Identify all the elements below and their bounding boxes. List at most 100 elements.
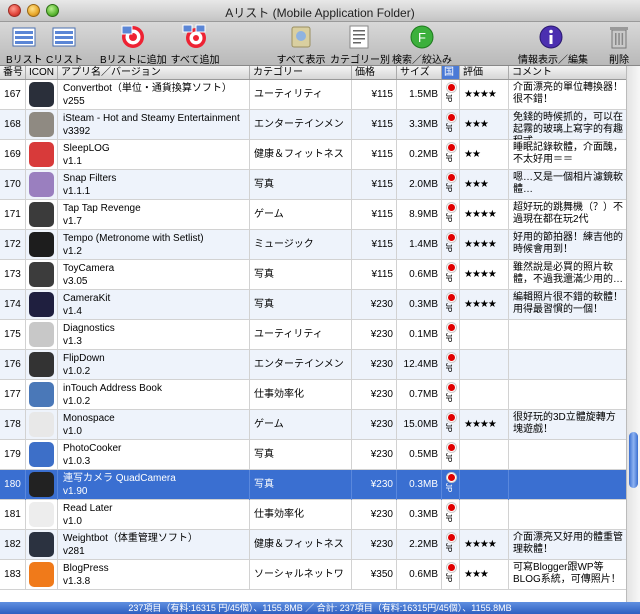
- app-name-cell: Read Later v1.0: [58, 500, 250, 530]
- app-name: Convertbot（単位・通貨換算ソフト）: [63, 83, 232, 94]
- comment-cell: [509, 380, 626, 410]
- app-version: v1.1: [63, 156, 82, 167]
- vertical-scrollbar[interactable]: [626, 66, 640, 602]
- comment-cell: [509, 470, 626, 500]
- size-cell: 1.4MB: [397, 230, 442, 260]
- table-row[interactable]: 180 連写カメラ QuadCamera v1.90 写真 ¥230 0.3MB JP: [0, 470, 626, 500]
- column-header-comment[interactable]: コメント: [509, 66, 626, 79]
- svg-text:F: F: [418, 30, 426, 45]
- app-name: Read Later: [63, 503, 113, 514]
- column-header-category[interactable]: カテゴリー: [250, 66, 352, 79]
- app-icon-cell: [26, 560, 58, 590]
- table-row[interactable]: 181 Read Later v1.0 仕事効率化 ¥230 0.3MB JP: [0, 500, 626, 530]
- app-icon: [29, 262, 54, 287]
- country-code: JP: [444, 303, 453, 313]
- table-row[interactable]: 173 ToyCamera v3.05 写真 ¥115 0.6MB JP ★★★★ 雖然說是必買…: [0, 260, 626, 290]
- table-row[interactable]: 167 Convertbot（単位・通貨換算ソフト） v255 ユーティリティ ¥115…: [0, 80, 626, 110]
- app-icon: [29, 382, 54, 407]
- search-filter-button[interactable]: F 検索／絞込み: [392, 24, 452, 66]
- column-header-name[interactable]: アプリ名／バージョン: [58, 66, 250, 79]
- category-cell: 仕事効率化: [250, 500, 352, 530]
- app-name: BlogPress: [63, 563, 109, 574]
- table-row[interactable]: 176 FlipDown v1.0.2 エンターテインメント¥23012.4MBJP: [0, 350, 626, 380]
- country-code: JP: [444, 423, 453, 433]
- table-row[interactable]: 172 Tempo (Metronome with Setlist) v1.2 ミュー…: [0, 230, 626, 260]
- comment-cell: 可寫Blogger跟WP等BLOG系統，可傳照片！: [513, 562, 621, 585]
- app-icon-cell: [26, 80, 58, 110]
- table-row[interactable]: 171 Tap Tap Revenge v1.7 ゲーム ¥115 8.9MB JP ★★★★…: [0, 200, 626, 230]
- table-row[interactable]: 177 inTouch Address Book v1.0.2 仕事効率化 ¥230 0.…: [0, 380, 626, 410]
- table-row[interactable]: 174 CameraKit v1.4 写真 ¥230 0.3MB JP ★★★★ 編輯照片很不錯…: [0, 290, 626, 320]
- by-category-button[interactable]: カテゴリー別: [330, 24, 390, 66]
- rating-stars: ★★★★: [460, 410, 509, 440]
- b-list-button[interactable]: Bリスト: [6, 24, 43, 66]
- app-name-cell: SleepLOG v1.1: [58, 140, 250, 170]
- app-version: v1.0.2: [63, 366, 91, 377]
- table-row[interactable]: 182 Weightbot（体重管理ソフト） v281 健康＆フィットネス ¥230 2.…: [0, 530, 626, 560]
- table-row[interactable]: 175 Diagnostics v1.3 ユーティリティ ¥230 0.1MB JP: [0, 320, 626, 350]
- status-bar: 237項目（有料:16315 円/45個）、1155.8MB ／ 合計: 237…: [0, 602, 640, 614]
- app-name: 連写カメラ QuadCamera: [63, 473, 176, 484]
- row-number: 175: [0, 320, 26, 350]
- app-icon: [29, 532, 54, 557]
- comment-cell: 免錢的時候抓的，可以在起霧的玻璃上寫字的有趣程式。: [513, 112, 623, 140]
- app-icon: [29, 82, 54, 107]
- country-cell: JP: [442, 200, 460, 230]
- delete-button[interactable]: 削除: [604, 24, 634, 66]
- table-row[interactable]: 170 Snap Filters v1.1.1 写真 ¥115 2.0MB JP ★★★ 嗯…又…: [0, 170, 626, 200]
- title-bar: Aリスト (Mobile Application Folder): [0, 0, 640, 22]
- table-row[interactable]: 169 SleepLOG v1.1 健康＆フィットネス ¥115 0.2MB JP ★★ 睡眠記…: [0, 140, 626, 170]
- add-all-button[interactable]: すべて追加: [170, 24, 220, 66]
- rating-stars: ★★★★: [460, 260, 509, 290]
- row-number: 179: [0, 440, 26, 470]
- show-all-button[interactable]: すべて表示: [276, 24, 326, 66]
- scrollbar-thumb[interactable]: [629, 432, 638, 488]
- c-list-button[interactable]: Cリスト: [46, 24, 83, 66]
- app-name-cell: Diagnostics v1.3: [58, 320, 250, 350]
- row-number: 173: [0, 260, 26, 290]
- rating-stars: [460, 350, 509, 380]
- size-cell: 15.0MB: [397, 410, 442, 440]
- category-cell: ユーティリティ: [250, 320, 352, 350]
- window-title: Aリスト (Mobile Application Folder): [225, 6, 415, 20]
- column-header-num[interactable]: 番号: [0, 66, 26, 79]
- country-cell: JP: [442, 110, 460, 140]
- app-version: v1.0.2: [63, 396, 91, 407]
- table-row[interactable]: 168 iSteam - Hot and Steamy Entertainment…: [0, 110, 626, 140]
- app-icon-cell: [26, 260, 58, 290]
- app-name-cell: FlipDown v1.0.2: [58, 350, 250, 380]
- column-header-country[interactable]: 国: [442, 66, 460, 79]
- japan-flag-icon: [447, 113, 456, 122]
- japan-flag-icon: [447, 563, 456, 572]
- column-header-icon[interactable]: ICON: [26, 66, 58, 79]
- show-all-icon: [291, 26, 311, 48]
- info-edit-button[interactable]: 情報表示／編集: [518, 24, 588, 66]
- app-name: FlipDown: [63, 353, 105, 364]
- app-icon-cell: [26, 140, 58, 170]
- rating-stars: ★★★★: [460, 230, 509, 260]
- row-number: 169: [0, 140, 26, 170]
- app-name-cell: Monospace v1.0: [58, 410, 250, 440]
- rating-stars: [460, 320, 509, 350]
- country-cell: JP: [442, 530, 460, 560]
- size-cell: 0.3MB: [397, 470, 442, 500]
- column-header-size[interactable]: サイズ: [397, 66, 442, 79]
- app-icon-cell: [26, 320, 58, 350]
- country-code: JP: [444, 183, 453, 193]
- row-number: 181: [0, 500, 26, 530]
- size-cell: 2.0MB: [397, 170, 442, 200]
- japan-flag-icon: [447, 383, 456, 392]
- row-number: 178: [0, 410, 26, 440]
- table-row[interactable]: 179 PhotoCooker v1.0.3 写真 ¥230 0.5MB JP: [0, 440, 626, 470]
- table-row[interactable]: 178 Monospace v1.0 ゲーム ¥230 15.0MB JP ★★★★ 很好玩的3…: [0, 410, 626, 440]
- comment-cell: 好用的節拍器！練吉他的時候會用到！: [513, 232, 623, 255]
- app-table[interactable]: 番号 ICON アプリ名／バージョン カテゴリー 価格 サイズ 国 評価 コメン…: [0, 66, 626, 602]
- table-row[interactable]: 183 BlogPress v1.3.8 ソーシャルネットワーク¥3500.6MBJP…: [0, 560, 626, 590]
- column-header-price[interactable]: 価格: [352, 66, 397, 79]
- b-list-label: Bリスト: [6, 55, 43, 66]
- country-code: JP: [444, 243, 453, 253]
- app-icon: [29, 502, 54, 527]
- row-number: 176: [0, 350, 26, 380]
- column-header-rating[interactable]: 評価: [460, 66, 509, 79]
- add-to-b-list-button[interactable]: Bリストに追加: [100, 24, 167, 66]
